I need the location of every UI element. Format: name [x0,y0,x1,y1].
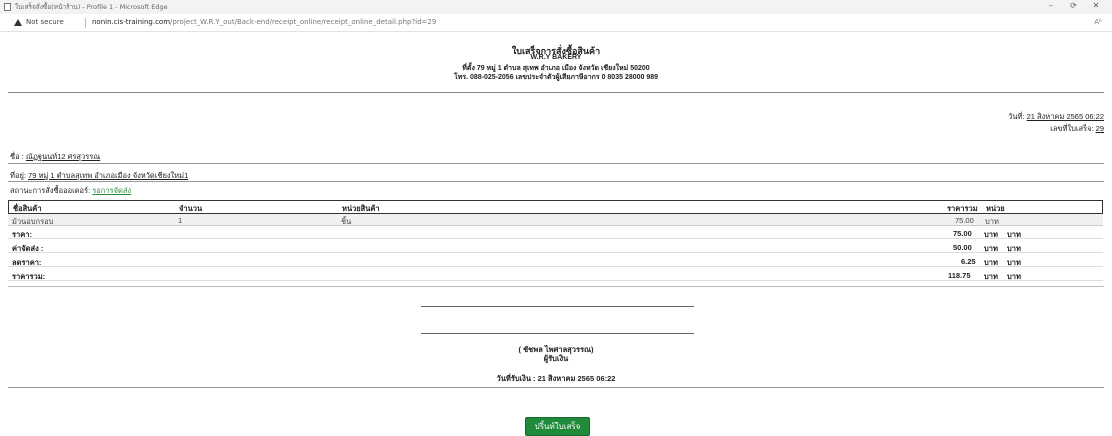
minimize-button[interactable]: – [1041,1,1061,10]
shop-name: W.R.Y BAKERY [530,54,582,61]
security-label[interactable]: Not secure [26,18,64,26]
items-table-header: ชื่อสินค้า จำนวน หน่วยสินค้า ราคารวม หน่… [8,200,1103,214]
summary-grand-total-unit: บาท [1007,272,1021,281]
summary-discount-row: ลดราคา: 6.25 บาท บาท [8,255,1103,267]
date-label: วันที่: [1008,112,1025,121]
summary-discount-unit: บาท [1007,258,1021,267]
summary-shipping-unit: บาท [1007,244,1021,253]
address-divider [8,181,1104,182]
window-titlebar: ใบเสร็จสั่งซื้อ(หน้าร้าน) - Profile 1 - … [0,0,1112,14]
restore-button[interactable]: ⟳ [1063,1,1083,10]
item-total: 75.00 [955,216,974,225]
signature-line-2 [421,333,694,334]
receipt-number: เลขที่ใบเสร็จ: 29 [1050,123,1104,135]
summary-discount-currency: บาท [984,258,998,267]
summary-discount-value: 6.25 [961,257,976,266]
summary-shipping-value: 50.00 [953,243,972,252]
signature-line-1 [421,306,694,307]
address-separator [85,18,86,28]
window-title: ใบเสร็จสั่งซื้อ(หน้าร้าน) - Profile 1 - … [15,3,168,11]
order-status-label: สถานะการสั่งซื้อออเดอร์: [10,186,91,195]
customer-address-label: ที่อยู่: [10,171,26,180]
summary-divider [8,286,1104,287]
footer-divider [8,387,1104,388]
header-divider [8,92,1104,93]
url-text[interactable]: nonin.cis-training.com/project_W.R.Y_out… [92,18,436,26]
summary-shipping-currency: บาท [984,244,998,253]
tab-page-icon [4,3,11,11]
address-bar[interactable]: Not secure nonin.cis-training.com/projec… [0,14,1112,32]
summary-price-value: 75.00 [953,229,972,238]
table-row: ม้วนอบกรอบ 1 ชิ้น 75.00 บาท [8,214,1103,226]
receipt-number-label: เลขที่ใบเสร็จ: [1050,124,1094,133]
print-receipt-button[interactable]: ปริ้นท์ใบเสร็จ [525,417,590,436]
summary-grand-total-row: ราคารวม: 118.75 บาท บาท [8,269,1103,281]
order-status-value[interactable]: รอการจัดส่ง [92,186,131,195]
item-qty: 1 [178,216,183,225]
name-divider [8,163,1104,164]
summary-price-row: ราคา: 75.00 บาท บาท [8,227,1103,239]
summary-shipping-row: ค่าจัดส่ง : 50.00 บาท บาท [8,241,1103,253]
paid-date: วันที่รับเงิน : 21 สิงหาคม 2565 06:22 [496,374,616,383]
shop-contact: โทร. 088-025-2056 เลขประจำตัวผู้เสียภาษี… [453,74,659,81]
summary-price-label: ราคา: [12,230,32,239]
summary-shipping-label: ค่าจัดส่ง : [12,244,44,253]
order-status: สถานะการสั่งซื้อออเดอร์: รอการจัดส่ง [10,185,131,197]
url-path: /project_W.R.Y_out/Back-end/receipt_onli… [170,18,437,26]
date-value: 21 สิงหาคม 2565 06:22 [1026,112,1104,121]
read-aloud-icon[interactable]: Aᵇ [1094,18,1102,26]
close-button[interactable]: ✕ [1086,1,1106,10]
summary-price-unit: บาท [1007,230,1021,239]
customer-name: ชื่อ : ณัฏฐนนท์12 ศรสุวรรณ [10,151,100,163]
customer-name-label: ชื่อ : [10,152,24,161]
summary-grand-total-label: ราคารวม: [12,272,46,281]
url-host: nonin.cis-training.com [92,18,171,26]
warning-icon[interactable] [14,19,22,26]
summary-price-currency: บาท [984,230,998,239]
summary-discount-label: ลดราคา: [12,258,42,267]
window-controls: – ⟳ ✕ [1041,1,1106,10]
summary-grand-total-value: 118.75 [948,271,971,280]
customer-name-value: ณัฏฐนนท์12 ศรสุวรรณ [25,152,101,161]
receipt-number-value: 29 [1095,124,1104,133]
customer-address-value: 79 หมู่ 1 ตำบลสุเทพ อำเภอเมือง จังหวัดเช… [28,171,189,180]
summary-grand-total-currency: บาท [984,272,998,281]
receipt-date: วันที่: 21 สิงหาคม 2565 06:22 [1008,111,1104,123]
receiver-role: ผู้รับเงิน [543,354,569,363]
